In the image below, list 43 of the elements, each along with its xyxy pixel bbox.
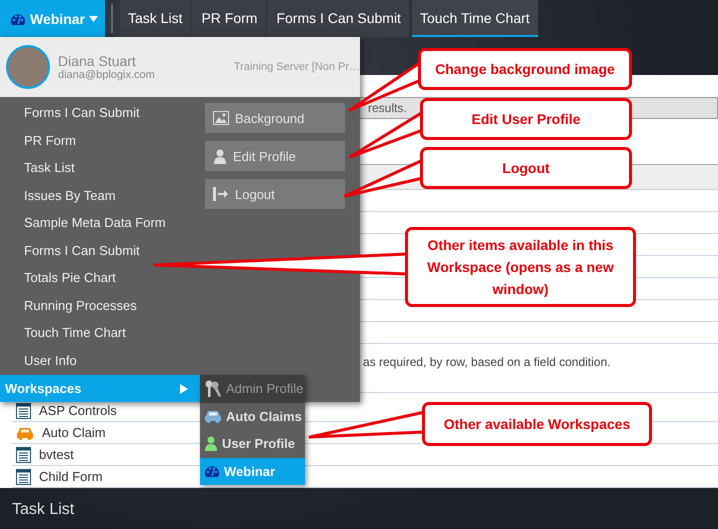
- avatar: [6, 45, 50, 89]
- menu-item[interactable]: Task List: [0, 154, 205, 182]
- form-name[interactable]: bvtest: [39, 447, 74, 462]
- person-icon: [213, 148, 227, 164]
- server-name: Training Server [Non Pr…: [234, 61, 360, 73]
- menu-item[interactable]: Totals Pie Chart: [0, 264, 205, 292]
- form-name[interactable]: ASP Controls: [39, 403, 117, 418]
- workspace-item[interactable]: User Profile: [200, 430, 305, 458]
- gauge-icon: [10, 12, 26, 26]
- caret-icon: [88, 16, 98, 22]
- nav-tab[interactable]: Task List: [120, 0, 190, 37]
- car-icon: [16, 426, 34, 440]
- menu-item[interactable]: User Info: [0, 346, 205, 374]
- form-description: as required, by row, based on a field condition.: [363, 355, 610, 369]
- menu-item[interactable]: Forms I Can Submit: [0, 236, 205, 264]
- menu-item[interactable]: PR Form: [0, 126, 205, 154]
- footer-title: Task List: [12, 501, 74, 519]
- workspace-item[interactable]: Auto Claims: [200, 402, 305, 430]
- menu-action-button[interactable]: Background: [205, 103, 345, 133]
- image-icon: [213, 111, 229, 125]
- user-email: diana@bplogix.com: [58, 69, 156, 81]
- nav-tab[interactable]: Forms I Can Submit: [268, 0, 409, 37]
- menu-item[interactable]: Running Processes: [0, 292, 205, 319]
- gauge-icon: [204, 464, 220, 478]
- form-icon: [16, 468, 31, 484]
- form-icon: [16, 402, 31, 418]
- form-name[interactable]: Auto Claim: [42, 425, 106, 440]
- user-name: Diana Stuart: [58, 53, 137, 69]
- callout-label: Other items available in this Workspace (opens as a new window): [405, 227, 636, 307]
- person-icon: [204, 436, 218, 452]
- menu-item[interactable]: Issues By Team: [0, 182, 205, 209]
- form-name[interactable]: Child Form: [39, 469, 103, 484]
- nav-tab[interactable]: Touch Time Chart: [412, 0, 538, 37]
- car-icon: [204, 409, 222, 424]
- nav-tab[interactable]: PR Form: [193, 0, 266, 37]
- menu-item[interactable]: Sample Meta Data Form: [0, 209, 205, 236]
- play-icon: [180, 384, 188, 394]
- menu-action-button[interactable]: Logout: [205, 179, 345, 209]
- logout-icon: [213, 187, 229, 201]
- menu-action-button[interactable]: Edit Profile: [205, 141, 345, 171]
- menu-item[interactable]: Touch Time Chart: [0, 319, 205, 346]
- keys-icon: [204, 380, 222, 398]
- form-icon: [16, 446, 31, 462]
